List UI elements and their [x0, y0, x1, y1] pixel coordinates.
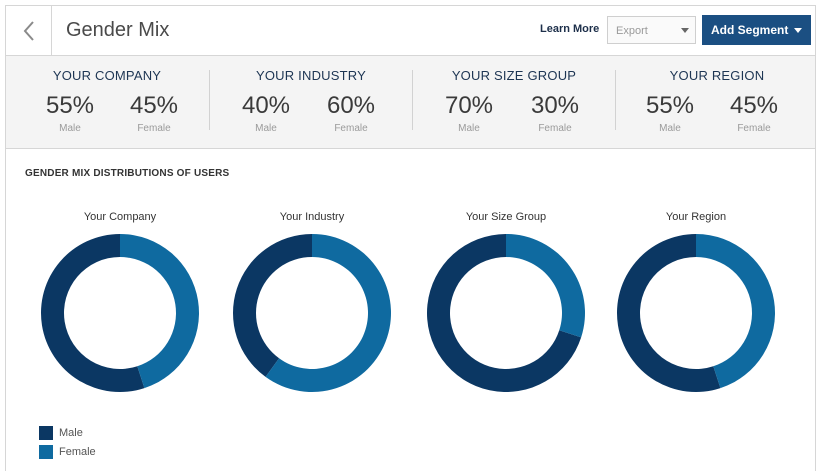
donut-title: Your Industry	[280, 211, 345, 223]
female-slice	[696, 234, 775, 389]
female-slice	[120, 234, 199, 389]
legend-label-male: Male	[59, 427, 83, 439]
legend-swatch-female	[39, 445, 53, 459]
female-slice	[506, 234, 585, 338]
legend-swatch-male	[39, 426, 53, 440]
donut-title: Your Region	[666, 211, 726, 223]
donut-charts: Your Company Your Industry Your Size Group…	[40, 211, 775, 393]
legend-label-female: Female	[59, 446, 96, 458]
male-slice	[233, 234, 312, 377]
donut-title: Your Size Group	[466, 211, 546, 223]
donut-title: Your Company	[84, 211, 157, 223]
